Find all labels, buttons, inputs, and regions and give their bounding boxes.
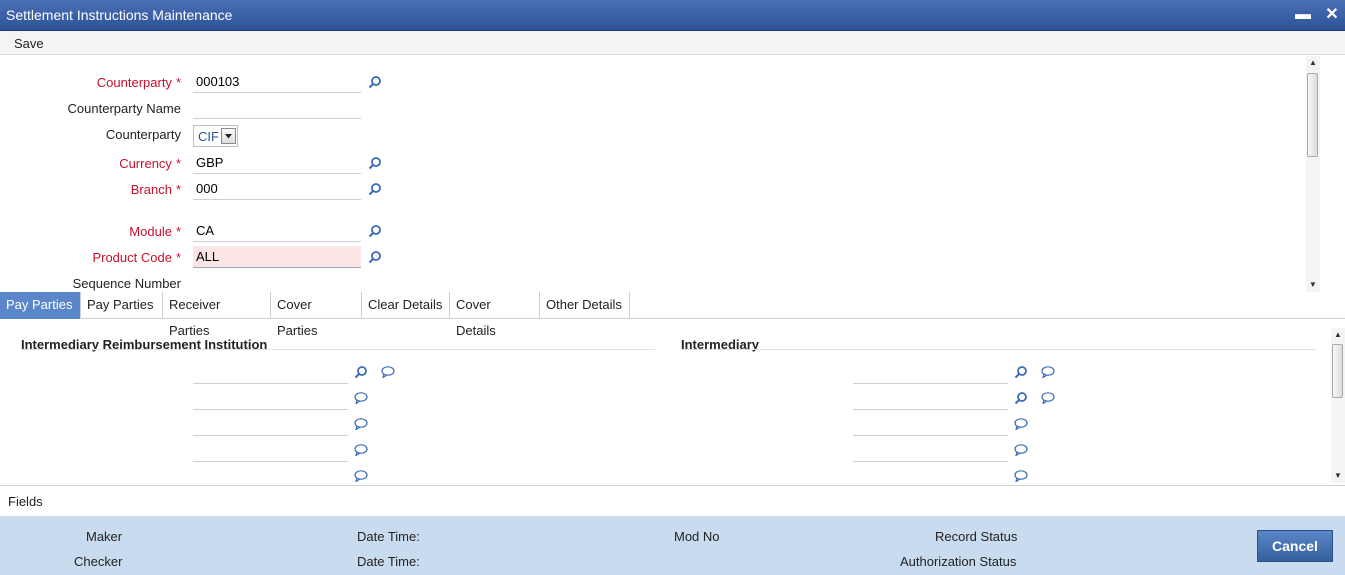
audit-footer: Maker Checker Date Time: Date Time: Mod … xyxy=(0,516,1345,575)
tab-strip: Pay Parties Pay Parties Receiver Parties… xyxy=(0,292,1345,338)
counterparty-type-select[interactable]: CIF xyxy=(193,125,238,147)
maker-label: Maker xyxy=(86,529,123,544)
reimbursement-line-1[interactable] xyxy=(193,383,348,384)
speech-bubble-icon[interactable] xyxy=(1014,470,1028,482)
search-icon[interactable] xyxy=(368,156,382,170)
search-icon[interactable] xyxy=(1014,391,1028,405)
tab-pay-parties-active[interactable]: Pay Parties xyxy=(0,292,81,319)
speech-bubble-icon[interactable] xyxy=(1041,392,1055,404)
module-label: Module * xyxy=(129,224,181,239)
scroll-down-icon[interactable]: ▼ xyxy=(1334,471,1342,480)
product-code-label: Product Code * xyxy=(92,250,181,265)
counterparty-input[interactable] xyxy=(193,71,361,93)
intermediary-line-3[interactable] xyxy=(853,435,1008,436)
speech-bubble-icon[interactable] xyxy=(1014,444,1028,456)
currency-input[interactable] xyxy=(193,152,361,174)
checker-date-time-label: Date Time: xyxy=(357,554,420,569)
reimbursement-line-3[interactable] xyxy=(193,435,348,436)
tab-pay-parties[interactable]: Pay Parties xyxy=(81,292,163,319)
checker-label: Checker xyxy=(74,554,123,569)
search-icon[interactable] xyxy=(1014,365,1028,379)
speech-bubble-icon[interactable] xyxy=(354,392,368,404)
search-icon[interactable] xyxy=(368,224,382,238)
scroll-down-icon[interactable]: ▼ xyxy=(1309,280,1317,289)
product-code-input[interactable] xyxy=(193,246,361,268)
tab-receiver-parties[interactable]: Receiver Parties xyxy=(163,292,271,338)
close-button[interactable]: ✕ xyxy=(1321,4,1343,26)
authorization-status-label: Authorization Status xyxy=(900,554,1017,569)
sequence-number-input[interactable] xyxy=(193,272,361,293)
tab-other-details[interactable]: Other Details xyxy=(540,292,630,319)
reimbursement-line-2[interactable] xyxy=(193,409,348,410)
window-titlebar: Settlement Instructions Maintenance ▬ ✕ xyxy=(0,0,1345,31)
scroll-thumb[interactable] xyxy=(1332,344,1343,398)
counterparty-type-value: CIF xyxy=(198,129,219,144)
intermediary-line-4[interactable] xyxy=(853,461,1008,462)
sequence-number-label: Sequence Number xyxy=(72,276,181,291)
speech-bubble-icon[interactable] xyxy=(354,418,368,430)
counterparty-type-label: Counterparty xyxy=(105,127,181,142)
search-icon[interactable] xyxy=(368,75,382,89)
header-form: Counterparty* Counterparty Name Counterp… xyxy=(0,55,1305,293)
save-button[interactable]: Save xyxy=(14,36,44,51)
section-divider xyxy=(681,349,1316,350)
mod-no-label: Mod No xyxy=(674,529,720,544)
intermediary-line-2[interactable] xyxy=(853,409,1008,410)
intermediary-line-1[interactable] xyxy=(853,383,1008,384)
module-input[interactable] xyxy=(193,220,361,242)
scroll-thumb[interactable] xyxy=(1307,73,1318,157)
toolbar: Save xyxy=(0,31,1345,55)
minimize-button[interactable]: ▬ xyxy=(1292,4,1314,26)
speech-bubble-icon[interactable] xyxy=(1041,366,1055,378)
speech-bubble-icon[interactable] xyxy=(354,470,368,482)
tab-cover-parties[interactable]: Cover Parties xyxy=(271,292,362,338)
scroll-up-icon[interactable]: ▲ xyxy=(1334,330,1342,339)
speech-bubble-icon[interactable] xyxy=(381,366,395,378)
tab-cover-details[interactable]: Cover Details xyxy=(450,292,540,338)
counterparty-label: Counterparty * xyxy=(96,75,181,90)
chevron-down-icon[interactable] xyxy=(221,128,236,144)
speech-bubble-icon[interactable] xyxy=(1014,418,1028,430)
window-title: Settlement Instructions Maintenance xyxy=(6,7,233,23)
pay-parties-panel: Intermediary Reimbursement Institution I… xyxy=(0,328,1331,483)
search-icon[interactable] xyxy=(354,365,368,379)
maker-date-time-label: Date Time: xyxy=(357,529,420,544)
scroll-up-icon[interactable]: ▲ xyxy=(1309,58,1317,67)
counterparty-name-input[interactable] xyxy=(193,97,361,119)
record-status-label: Record Status xyxy=(935,529,1018,544)
currency-label: Currency * xyxy=(119,156,181,171)
speech-bubble-icon[interactable] xyxy=(354,444,368,456)
counterparty-name-label: Counterparty Name xyxy=(67,101,181,116)
tab-clear-details[interactable]: Clear Details xyxy=(362,292,450,319)
cancel-button[interactable]: Cancel xyxy=(1257,530,1333,562)
search-icon[interactable] xyxy=(368,250,382,264)
branch-input[interactable] xyxy=(193,178,361,200)
fields-link[interactable]: Fields xyxy=(8,494,43,509)
search-icon[interactable] xyxy=(368,182,382,196)
reimbursement-line-4[interactable] xyxy=(193,461,348,462)
section-divider xyxy=(21,349,655,350)
fields-bar: Fields xyxy=(0,485,1345,516)
branch-label: Branch * xyxy=(130,182,181,197)
header-scrollbar[interactable]: ▲ ▼ xyxy=(1306,56,1320,292)
panel-scrollbar[interactable]: ▲ ▼ xyxy=(1331,328,1345,483)
